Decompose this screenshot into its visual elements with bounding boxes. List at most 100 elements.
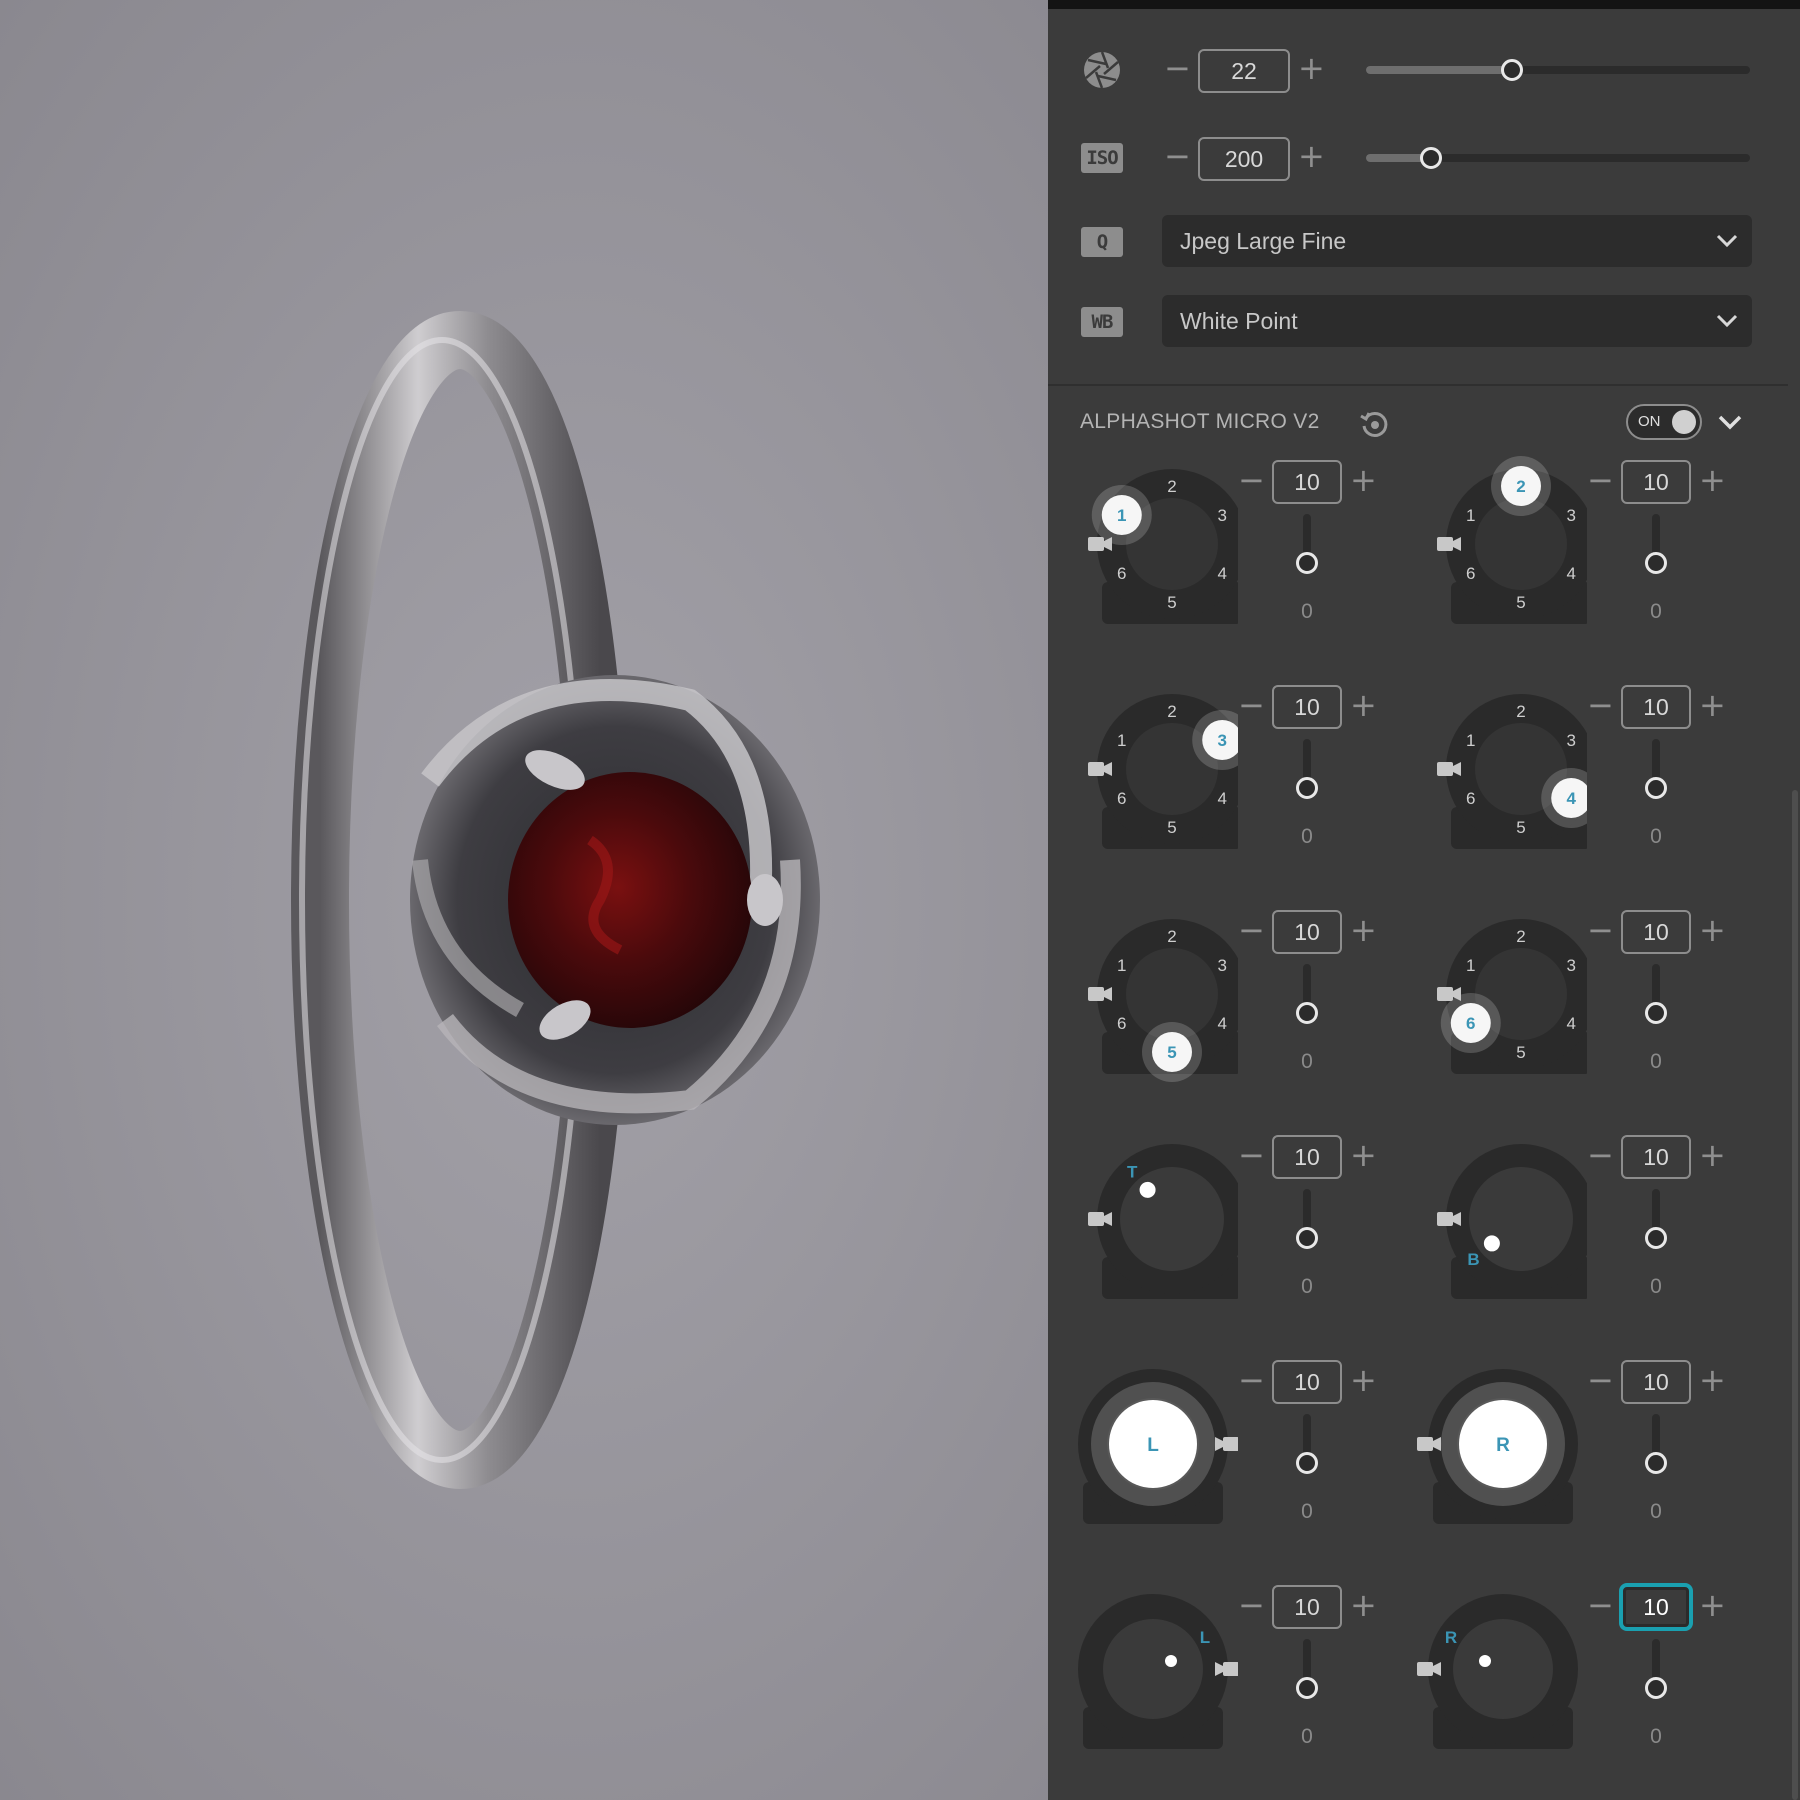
- collapse-chevron-icon[interactable]: [1718, 414, 1742, 430]
- light-dial-full-l[interactable]: L: [1048, 1356, 1238, 1546]
- spot-label: B: [1467, 1250, 1479, 1269]
- light-intensity-field[interactable]: 10: [1272, 1585, 1342, 1629]
- light-minus-button[interactable]: −: [1587, 1589, 1614, 1621]
- panel-scrollbar[interactable]: [1792, 790, 1798, 1800]
- quality-icon: Q: [1081, 227, 1123, 257]
- ring-number-label: 6: [1466, 789, 1475, 808]
- light-plus-button[interactable]: +: [1699, 1139, 1726, 1171]
- light-slider-value: 0: [1301, 825, 1313, 848]
- toggle-knob: [1672, 410, 1696, 434]
- light-dial-ring-1[interactable]: 1 2 3 4 5 6: [1048, 456, 1238, 646]
- light-slider-knob[interactable]: [1296, 1227, 1318, 1249]
- light-dial-ring-4[interactable]: 1 2 3 4 5 6: [1397, 681, 1587, 871]
- light-plus-button[interactable]: +: [1350, 1364, 1377, 1396]
- light-minus-button[interactable]: −: [1587, 914, 1614, 946]
- light-plus-button[interactable]: +: [1699, 914, 1726, 946]
- light-intensity-field[interactable]: 10: [1621, 1135, 1691, 1179]
- light-plus-button[interactable]: +: [1699, 689, 1726, 721]
- control-panel: − 22 + ISO − 200 + Q Jpeg Large Fine WB …: [1048, 0, 1800, 1800]
- product-preview: [0, 0, 1048, 1800]
- iso-value-field[interactable]: 200: [1198, 137, 1290, 181]
- light-dial-side-l[interactable]: L: [1048, 1581, 1238, 1771]
- light-plus-button[interactable]: +: [1350, 1139, 1377, 1171]
- light-plus-button[interactable]: +: [1350, 464, 1377, 496]
- ring-number-label: 2: [1167, 702, 1176, 721]
- light-plus-button[interactable]: +: [1350, 689, 1377, 721]
- light-slider-knob[interactable]: [1296, 1677, 1318, 1699]
- aperture-plus-button[interactable]: +: [1298, 52, 1325, 84]
- light-minus-button[interactable]: −: [1587, 1364, 1614, 1396]
- light-slider-knob[interactable]: [1645, 1452, 1667, 1474]
- quality-dropdown[interactable]: Jpeg Large Fine: [1162, 215, 1752, 267]
- light-dial-ring-5[interactable]: 1 2 3 4 5 6: [1048, 906, 1238, 1096]
- device-power-toggle[interactable]: ON: [1626, 404, 1702, 440]
- iso-slider-knob[interactable]: [1420, 147, 1443, 169]
- chevron-down-icon: [1716, 234, 1738, 248]
- light-slider-knob[interactable]: [1296, 1452, 1318, 1474]
- camera-icon: [1437, 987, 1461, 1001]
- light-intensity-field[interactable]: 10: [1621, 460, 1691, 504]
- light-dial-ring-2[interactable]: 1 2 3 4 5 6: [1397, 456, 1587, 646]
- aperture-icon: [1084, 51, 1120, 89]
- light-dial-ring-6[interactable]: 1 2 3 4 5 6: [1397, 906, 1587, 1096]
- white-balance-dropdown-value: White Point: [1180, 307, 1298, 334]
- light-slider-knob[interactable]: [1645, 777, 1667, 799]
- light-slider-knob[interactable]: [1645, 1002, 1667, 1024]
- light-plus-button[interactable]: +: [1699, 464, 1726, 496]
- full-label: R: [1496, 1435, 1510, 1456]
- aperture-minus-button[interactable]: −: [1164, 52, 1191, 84]
- camera-icon: [1215, 1437, 1238, 1451]
- panel-top-bar: [1048, 0, 1800, 9]
- light-intensity-field[interactable]: 10: [1621, 1585, 1691, 1629]
- light-intensity-field[interactable]: 10: [1621, 910, 1691, 954]
- light-intensity-field[interactable]: 10: [1272, 460, 1342, 504]
- light-slider-knob[interactable]: [1296, 1002, 1318, 1024]
- light-minus-button[interactable]: −: [1238, 914, 1265, 946]
- camera-icon: [1088, 762, 1112, 776]
- aperture-slider[interactable]: [1366, 66, 1750, 74]
- light-slider-knob[interactable]: [1645, 552, 1667, 574]
- light-minus-button[interactable]: −: [1587, 1139, 1614, 1171]
- light-minus-button[interactable]: −: [1238, 1364, 1265, 1396]
- light-slider-knob[interactable]: [1645, 1227, 1667, 1249]
- light-intensity-field[interactable]: 10: [1272, 910, 1342, 954]
- light-intensity-field[interactable]: 10: [1621, 685, 1691, 729]
- light-slider-knob[interactable]: [1296, 552, 1318, 574]
- light-dial-ring-3[interactable]: 1 2 3 4 5 6: [1048, 681, 1238, 871]
- light-intensity-field[interactable]: 10: [1272, 1360, 1342, 1404]
- aperture-slider-knob[interactable]: [1500, 59, 1523, 81]
- light-slider-knob[interactable]: [1645, 1677, 1667, 1699]
- light-minus-button[interactable]: −: [1238, 464, 1265, 496]
- light-dial-spot-b[interactable]: B: [1397, 1131, 1587, 1321]
- light-dial-side-r[interactable]: R: [1397, 1581, 1587, 1771]
- full-label: L: [1147, 1435, 1159, 1456]
- light-minus-button[interactable]: −: [1238, 689, 1265, 721]
- light-intensity-field[interactable]: 10: [1621, 1360, 1691, 1404]
- ring-number-label: 2: [1167, 927, 1176, 946]
- reset-icon[interactable]: [1358, 408, 1390, 440]
- light-plus-button[interactable]: +: [1699, 1364, 1726, 1396]
- light-minus-button[interactable]: −: [1587, 689, 1614, 721]
- light-dial-spot-t[interactable]: T: [1048, 1131, 1238, 1321]
- iso-plus-button[interactable]: +: [1298, 140, 1325, 172]
- light-plus-button[interactable]: +: [1699, 1589, 1726, 1621]
- aperture-value-field[interactable]: 22: [1198, 49, 1290, 93]
- light-minus-button[interactable]: −: [1238, 1139, 1265, 1171]
- light-intensity-field[interactable]: 10: [1272, 1135, 1342, 1179]
- light-minus-button[interactable]: −: [1587, 464, 1614, 496]
- iso-minus-button[interactable]: −: [1164, 140, 1191, 172]
- ring-number-label: 4: [1217, 564, 1226, 583]
- white-balance-dropdown[interactable]: White Point: [1162, 295, 1752, 347]
- ring-number-label: 3: [1566, 506, 1575, 525]
- light-minus-button[interactable]: −: [1238, 1589, 1265, 1621]
- camera-icon: [1088, 537, 1112, 551]
- light-plus-button[interactable]: +: [1350, 1589, 1377, 1621]
- light-dial-full-r[interactable]: R: [1397, 1356, 1587, 1546]
- light-intensity-field[interactable]: 10: [1272, 685, 1342, 729]
- light-slider-value: 0: [1301, 1725, 1313, 1748]
- side-label: L: [1200, 1628, 1210, 1647]
- ring-number-label: 2: [1516, 702, 1525, 721]
- ring-number-label: 5: [1516, 1043, 1525, 1062]
- light-plus-button[interactable]: +: [1350, 914, 1377, 946]
- light-slider-knob[interactable]: [1296, 777, 1318, 799]
